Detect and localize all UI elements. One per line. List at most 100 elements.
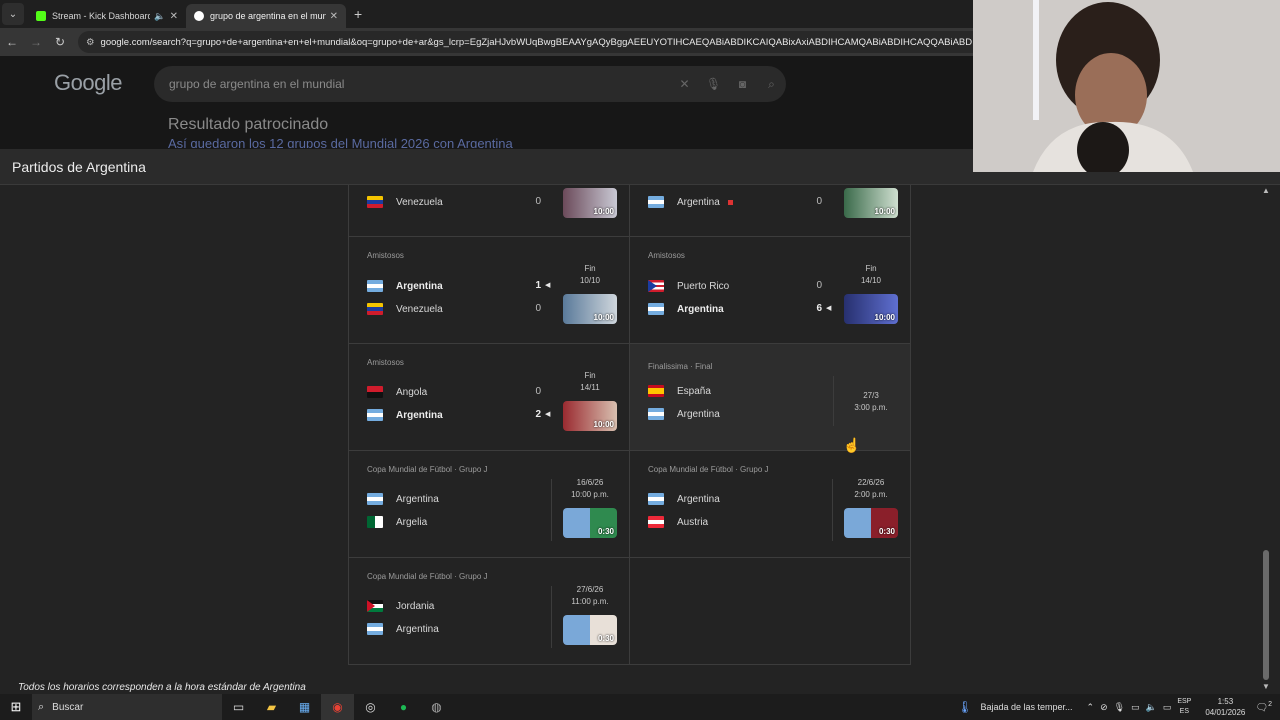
match-card[interactable]: Argentina 0 10:00 xyxy=(629,185,911,237)
video-thumbnail[interactable]: 10:00 xyxy=(844,188,898,218)
flag-austria-icon xyxy=(648,516,664,528)
clock-time: 1:53 xyxy=(1217,697,1234,706)
team-row: Jordania xyxy=(367,599,434,613)
microphone-icon[interactable]: 🎙 xyxy=(1114,702,1125,713)
match-status: Fin xyxy=(865,264,877,273)
taskbar-search[interactable]: ⌕ Buscar xyxy=(32,694,222,720)
team-row: España xyxy=(648,384,711,398)
video-duration: 10:00 xyxy=(874,207,895,216)
weather-widget[interactable]: 🌡 Bajada de las temper... xyxy=(957,700,1072,714)
flag-argentina-icon xyxy=(648,303,664,315)
competition-label: Amistosos xyxy=(367,251,404,260)
back-icon[interactable]: ← xyxy=(0,35,24,49)
video-thumbnail[interactable]: 0:30 xyxy=(563,615,617,645)
app-icon[interactable]: ◍ xyxy=(420,694,453,720)
match-date: 16/6/26 xyxy=(576,478,604,487)
match-card[interactable]: Amistosos Angola 0 Argentina 2 ◀ Fin 14/… xyxy=(348,344,630,451)
match-card[interactable]: Amistosos Puerto Rico 0 Argentina 6 ◀ Fi… xyxy=(629,237,911,344)
display-icon[interactable]: ▭ xyxy=(1131,702,1140,713)
team-row: Venezuela xyxy=(367,195,443,209)
team-score: 2 xyxy=(535,409,541,420)
match-card[interactable]: Copa Mundial de Fútbol · Grupo J Jordani… xyxy=(348,558,630,665)
competition-label: Amistosos xyxy=(367,358,404,367)
video-thumbnail[interactable]: 10:00 xyxy=(844,294,898,324)
clock[interactable]: 1:53 04/01/2026 xyxy=(1205,696,1245,718)
spotify-icon[interactable]: ● xyxy=(387,694,420,720)
tab-kick-dashboard[interactable]: Stream - Kick Dashboard 🔈 ✕ xyxy=(28,4,186,28)
video-thumbnail[interactable]: 10:00 xyxy=(563,294,617,324)
team-name: Argentina xyxy=(396,280,443,292)
chevron-up-icon[interactable]: ⌃ xyxy=(1087,702,1095,713)
network-off-icon[interactable]: ⊘ xyxy=(1100,702,1108,713)
empty-card xyxy=(629,558,911,665)
match-card[interactable]: Amistosos Argentina 1 ◀ Venezuela 0 Fin … xyxy=(348,237,630,344)
video-thumbnail[interactable]: 10:00 xyxy=(563,401,617,431)
site-info-icon[interactable]: ⚙ xyxy=(86,37,95,48)
forward-icon[interactable]: → xyxy=(24,35,48,49)
video-duration: 0:30 xyxy=(878,527,895,536)
video-duration: 0:30 xyxy=(597,527,614,536)
kick-favicon-icon xyxy=(36,11,46,21)
obs-icon[interactable]: ◎ xyxy=(354,694,387,720)
divider xyxy=(833,376,834,426)
windows-start-icon[interactable]: ⊞ xyxy=(0,699,32,715)
match-card[interactable]: Copa Mundial de Fútbol · Grupo J Argenti… xyxy=(348,451,630,558)
scroll-up-icon[interactable]: ▲ xyxy=(1262,186,1270,195)
video-thumbnail[interactable]: 10:00 xyxy=(563,188,617,218)
search-icon[interactable]: ⌕ xyxy=(757,77,786,92)
team-name: Austria xyxy=(677,516,709,528)
tab-search-button[interactable]: ⌄ xyxy=(2,3,24,25)
keyboard-layout: ES xyxy=(1179,708,1189,715)
scroll-down-icon[interactable]: ▼ xyxy=(1262,682,1270,691)
clear-icon[interactable]: ✕ xyxy=(670,77,699,91)
notifications-icon[interactable]: 🗨2 xyxy=(1255,701,1272,713)
battery-icon[interactable]: ▭ xyxy=(1163,702,1172,713)
thermometer-icon: 🌡 xyxy=(957,700,973,714)
team-score: 6 xyxy=(816,303,822,314)
tab-title: Stream - Kick Dashboard xyxy=(52,11,151,21)
flag-venezuela-icon xyxy=(367,303,383,315)
video-thumbnail[interactable]: 0:30 xyxy=(563,508,617,538)
search-box[interactable]: grupo de argentina en el mundial ✕ 🎙 ◙ ⌕ xyxy=(154,66,786,102)
task-view-icon[interactable]: ▭ xyxy=(222,694,255,720)
file-explorer-icon[interactable]: ▰ xyxy=(255,694,288,720)
flag-argentina-icon xyxy=(367,280,383,292)
mic-icon[interactable]: 🎙 xyxy=(699,77,728,91)
mouse-cursor-icon: ☝ xyxy=(843,437,861,453)
team-score: 0 xyxy=(535,303,541,314)
team-name: Argentina xyxy=(677,303,724,315)
matches-panel[interactable]: Venezuela 0 10:00 Argentina 0 10:00 Amis… xyxy=(0,185,1280,695)
flag-argentina-icon xyxy=(367,493,383,505)
flag-argentina-icon xyxy=(648,196,664,208)
speaker-icon[interactable]: 🔈 xyxy=(154,11,165,22)
chrome-icon[interactable]: ◉ xyxy=(321,694,354,720)
scrollbar-thumb[interactable] xyxy=(1263,550,1269,680)
taskbar-search-label: Buscar xyxy=(52,701,84,713)
tab-google-search[interactable]: grupo de argentina en el mund ✕ xyxy=(186,4,346,28)
team-row: Argentina xyxy=(648,492,720,506)
close-tab-icon[interactable]: ✕ xyxy=(330,11,338,22)
language-indicator[interactable]: ESP ES xyxy=(1177,697,1191,717)
match-time: 2:00 p.m. xyxy=(854,490,888,499)
flag-jordan-icon xyxy=(367,600,383,612)
webcam-image xyxy=(973,0,1280,172)
reload-icon[interactable]: ↻ xyxy=(48,35,72,49)
match-card[interactable]: Venezuela 0 10:00 xyxy=(348,185,630,237)
match-card[interactable]: Copa Mundial de Fútbol · Grupo J Argenti… xyxy=(629,451,911,558)
team-name: Jordania xyxy=(396,600,435,612)
volume-icon[interactable]: 🔈 xyxy=(1146,702,1157,713)
camera-icon[interactable]: ◙ xyxy=(728,77,757,91)
team-row: Angola xyxy=(367,385,427,399)
video-duration: 10:00 xyxy=(593,207,614,216)
team-row: Argentina xyxy=(648,195,733,209)
divider xyxy=(551,479,552,541)
sponsored-link[interactable]: Así quedaron los 12 grupos del Mundial 2… xyxy=(168,136,513,148)
match-card[interactable]: Finalissima · Final España Argentina 27/… xyxy=(629,344,911,451)
new-tab-icon[interactable]: + xyxy=(354,6,362,22)
video-thumbnail[interactable]: 0:30 xyxy=(844,508,898,538)
google-logo[interactable]: Google xyxy=(54,70,122,96)
timezone-footnote: Todos los horarios corresponden a la hor… xyxy=(18,682,306,693)
store-icon[interactable]: ▦ xyxy=(288,694,321,720)
close-tab-icon[interactable]: ✕ xyxy=(170,11,178,22)
team-row: Puerto Rico xyxy=(648,279,729,293)
